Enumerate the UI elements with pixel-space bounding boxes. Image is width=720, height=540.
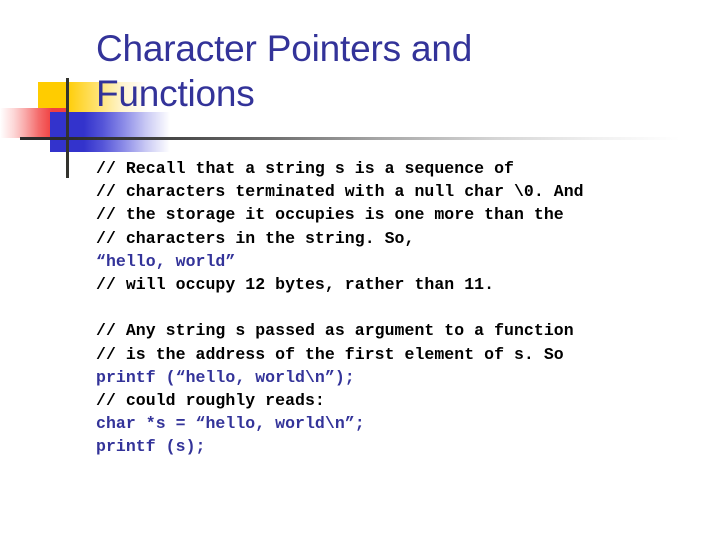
slide-body: // Recall that a string s is a sequence …	[96, 157, 712, 459]
code-line: “hello, world”	[96, 251, 236, 271]
comment-line: // characters in the string. So,	[96, 228, 415, 248]
comment-line: // characters terminated with a null cha…	[96, 182, 584, 202]
decoration-horizontal-rule	[20, 137, 680, 140]
comment-line: // Recall that a string s is a sequence …	[96, 159, 514, 178]
slide-title: Character Pointers and Functions	[96, 28, 473, 114]
comment-line: // Any string s passed as argument to a …	[96, 321, 574, 341]
code-line: char *s = “hello, world\n”;	[96, 414, 365, 434]
comment-line: // is the address of the first element o…	[96, 344, 564, 364]
decoration-vertical-line	[66, 78, 69, 178]
comment-line: // will occupy 12 bytes, rather than 11.	[96, 275, 495, 295]
comment-line: // the storage it occupies is one more t…	[96, 205, 564, 225]
code-line: printf (s);	[96, 437, 206, 457]
slide: Character Pointers and Functions // Reca…	[0, 0, 720, 540]
decoration-red-square	[0, 108, 67, 138]
comment-line: // could roughly reads:	[96, 391, 325, 411]
code-line: printf (“hello, world\n”);	[96, 367, 355, 387]
decoration-blue-square	[50, 112, 170, 152]
